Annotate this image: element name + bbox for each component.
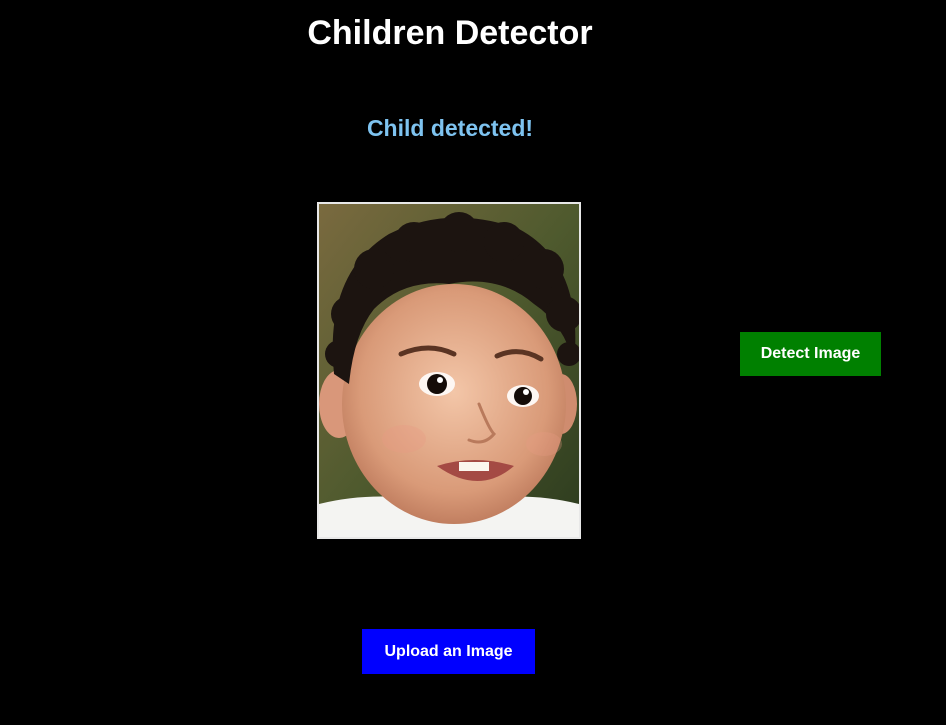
child-portrait-illustration [319,204,579,537]
uploaded-image [317,202,581,539]
detection-result: Child detected! [366,115,534,141]
upload-image-button[interactable]: Upload an Image [362,629,535,674]
app-title: Children Detector [307,14,593,52]
detect-image-button[interactable]: Detect Image [740,332,881,376]
